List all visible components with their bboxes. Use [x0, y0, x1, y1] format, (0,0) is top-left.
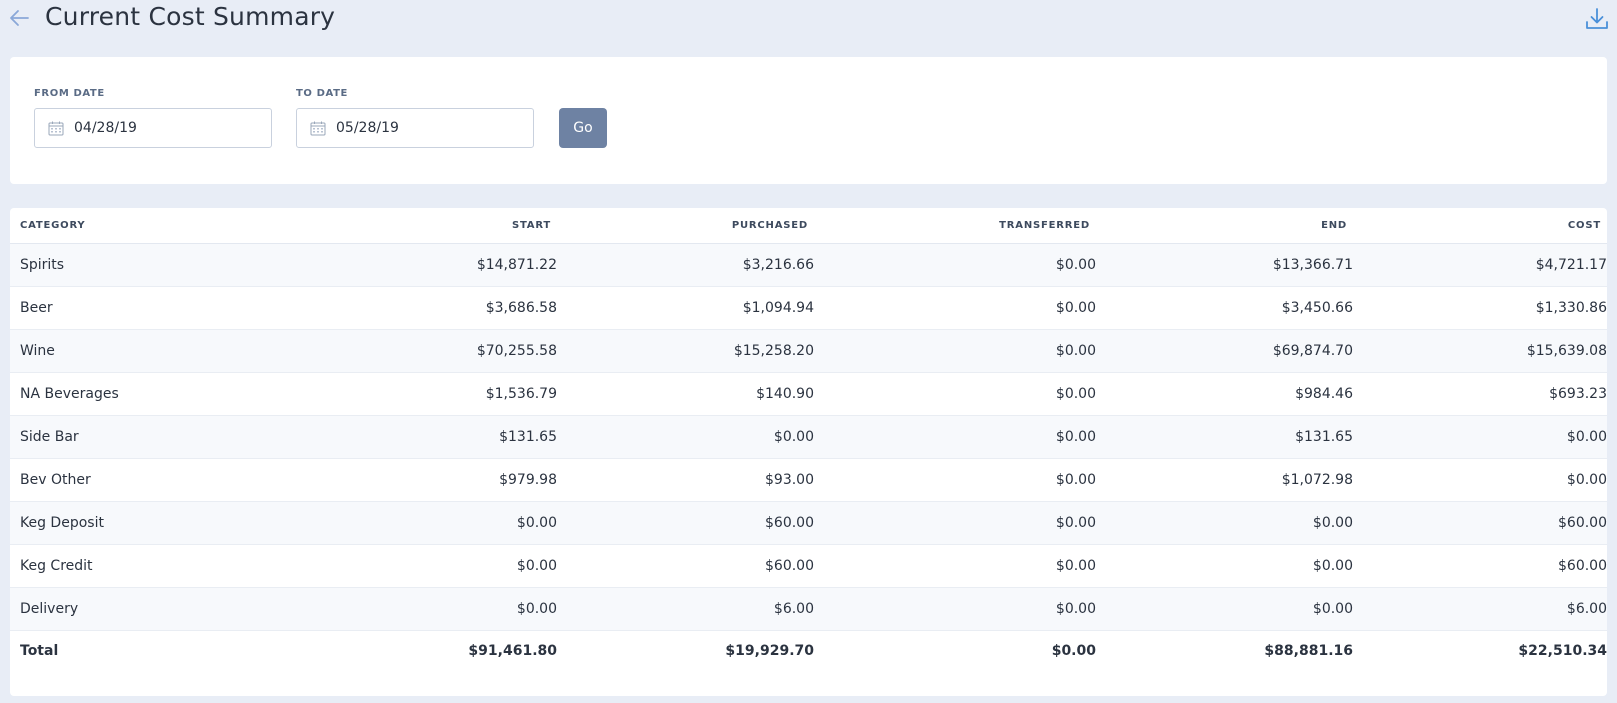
cell-transferred: $0.00	[814, 415, 1096, 459]
from-date-value: 04/28/19	[74, 120, 137, 136]
cell-cost: $6.00	[1353, 587, 1607, 631]
table-row[interactable]: Wine $70,255.58 $15,258.20 $0.00 $69,874.70 $…	[10, 329, 1607, 373]
calendar-icon	[48, 121, 64, 135]
table-header-row: CATEGORY START PURCHASED TRANSFERRED END…	[10, 208, 1607, 244]
to-date-value: 05/28/19	[336, 120, 399, 136]
cell-category: Keg Credit	[10, 544, 300, 588]
cell-end: $0.00	[1096, 587, 1353, 631]
cell-transferred: $0.00	[814, 587, 1096, 631]
cell-transferred: $0.00	[814, 243, 1096, 287]
cell-end: $3,450.66	[1096, 286, 1353, 330]
cell-category: Delivery	[10, 587, 300, 631]
cost-summary-table-card: CATEGORY START PURCHASED TRANSFERRED END…	[10, 208, 1607, 696]
cell-purchased: $1,094.94	[557, 286, 814, 330]
cell-purchased: $15,258.20	[557, 329, 814, 373]
table-body: Spirits $14,871.22 $3,216.66 $0.00 $13,366.7…	[10, 243, 1607, 672]
total-row: Total $91,461.80 $19,929.70 $0.00 $88,881.16…	[10, 630, 1607, 672]
total-transferred: $0.00	[814, 630, 1096, 672]
table-row[interactable]: Spirits $14,871.22 $3,216.66 $0.00 $13,366.7…	[10, 243, 1607, 287]
cell-category: Keg Deposit	[10, 501, 300, 545]
cell-cost: $15,639.08	[1353, 329, 1607, 373]
cell-start: $0.00	[300, 544, 557, 588]
cell-category: Bev Other	[10, 458, 300, 502]
cell-end: $984.46	[1096, 372, 1353, 416]
cell-category: Spirits	[10, 243, 300, 287]
page-header: Current Cost Summary	[0, 0, 1617, 44]
cell-end: $69,874.70	[1096, 329, 1353, 373]
total-start: $91,461.80	[300, 630, 557, 672]
date-filter-card: FROM DATE 04/28/19 TO DATE 05/28/19 Go	[10, 57, 1607, 184]
column-header-start[interactable]: START	[300, 208, 557, 244]
column-header-end[interactable]: END	[1096, 208, 1353, 244]
cell-category: NA Beverages	[10, 372, 300, 416]
cell-purchased: $140.90	[557, 372, 814, 416]
column-header-category[interactable]: CATEGORY	[10, 208, 300, 244]
cell-start: $979.98	[300, 458, 557, 502]
cell-purchased: $3,216.66	[557, 243, 814, 287]
go-button[interactable]: Go	[559, 108, 607, 148]
to-date-label: TO DATE	[296, 88, 348, 99]
column-header-transferred[interactable]: TRANSFERRED	[814, 208, 1096, 244]
cell-cost: $0.00	[1353, 415, 1607, 459]
cell-category: Side Bar	[10, 415, 300, 459]
download-icon[interactable]	[1585, 7, 1609, 31]
table-row[interactable]: Keg Credit $0.00 $60.00 $0.00 $0.00 $60.00	[10, 544, 1607, 588]
column-header-purchased[interactable]: PURCHASED	[557, 208, 814, 244]
cell-cost: $1,330.86	[1353, 286, 1607, 330]
table-row[interactable]: NA Beverages $1,536.79 $140.90 $0.00 $984.46…	[10, 372, 1607, 416]
table-row[interactable]: Side Bar $131.65 $0.00 $0.00 $131.65 $0.00	[10, 415, 1607, 459]
cell-cost: $0.00	[1353, 458, 1607, 502]
cell-transferred: $0.00	[814, 372, 1096, 416]
cell-category: Wine	[10, 329, 300, 373]
cell-end: $0.00	[1096, 501, 1353, 545]
cell-start: $0.00	[300, 587, 557, 631]
cell-transferred: $0.00	[814, 458, 1096, 502]
cell-purchased: $0.00	[557, 415, 814, 459]
cell-transferred: $0.00	[814, 544, 1096, 588]
cell-purchased: $93.00	[557, 458, 814, 502]
cell-start: $0.00	[300, 501, 557, 545]
cell-start: $3,686.58	[300, 286, 557, 330]
table-row[interactable]: Delivery $0.00 $6.00 $0.00 $0.00 $6.00	[10, 587, 1607, 631]
cell-end: $13,366.71	[1096, 243, 1353, 287]
cell-start: $131.65	[300, 415, 557, 459]
cell-purchased: $60.00	[557, 501, 814, 545]
column-header-cost[interactable]: COST	[1353, 208, 1607, 244]
arrow-left-icon[interactable]	[8, 8, 30, 28]
cell-end: $131.65	[1096, 415, 1353, 459]
cost-summary-table: CATEGORY START PURCHASED TRANSFERRED END…	[10, 208, 1607, 672]
cell-purchased: $60.00	[557, 544, 814, 588]
cell-end: $0.00	[1096, 544, 1353, 588]
from-date-input[interactable]: 04/28/19	[34, 108, 272, 148]
from-date-label: FROM DATE	[34, 88, 105, 99]
cell-cost: $693.23	[1353, 372, 1607, 416]
to-date-input[interactable]: 05/28/19	[296, 108, 534, 148]
total-cost: $22,510.34	[1353, 630, 1607, 672]
cell-start: $70,255.58	[300, 329, 557, 373]
cell-cost: $60.00	[1353, 544, 1607, 588]
cell-transferred: $0.00	[814, 286, 1096, 330]
table-row[interactable]: Keg Deposit $0.00 $60.00 $0.00 $0.00 $60.00	[10, 501, 1607, 545]
cell-cost: $4,721.17	[1353, 243, 1607, 287]
table-row[interactable]: Beer $3,686.58 $1,094.94 $0.00 $3,450.66 $1,3…	[10, 286, 1607, 330]
total-purchased: $19,929.70	[557, 630, 814, 672]
cell-start: $14,871.22	[300, 243, 557, 287]
table-row[interactable]: Bev Other $979.98 $93.00 $0.00 $1,072.98 $0.0…	[10, 458, 1607, 502]
calendar-icon	[310, 121, 326, 135]
cell-start: $1,536.79	[300, 372, 557, 416]
cell-end: $1,072.98	[1096, 458, 1353, 502]
cell-purchased: $6.00	[557, 587, 814, 631]
total-end: $88,881.16	[1096, 630, 1353, 672]
cell-transferred: $0.00	[814, 501, 1096, 545]
page-title: Current Cost Summary	[45, 2, 336, 31]
total-category: Total	[10, 630, 300, 672]
cell-category: Beer	[10, 286, 300, 330]
cell-cost: $60.00	[1353, 501, 1607, 545]
cell-transferred: $0.00	[814, 329, 1096, 373]
